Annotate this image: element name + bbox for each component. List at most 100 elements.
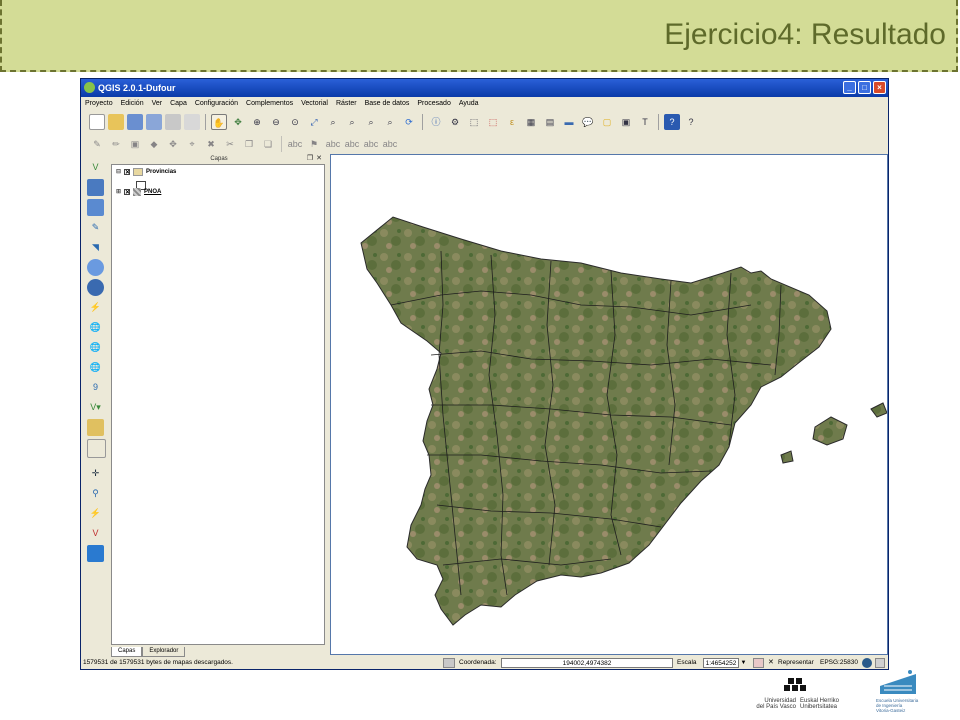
window-titlebar[interactable]: QGIS 2.0.1-Dufour _ □ × bbox=[81, 79, 888, 97]
add-delimited-text-icon[interactable]: 🌐 bbox=[87, 339, 104, 356]
menu-capa[interactable]: Capa bbox=[170, 97, 187, 111]
zoom-in-icon[interactable]: ⊕ bbox=[249, 114, 265, 130]
menu-edicion[interactable]: Edición bbox=[121, 97, 144, 111]
pan-icon[interactable]: ✋ bbox=[211, 114, 227, 130]
menu-base-de-datos[interactable]: Base de datos bbox=[365, 97, 410, 111]
add-postgis-layer-icon[interactable] bbox=[87, 199, 104, 216]
menu-complementos[interactable]: Complementos bbox=[246, 97, 293, 111]
add-feature-icon[interactable]: ◆ bbox=[146, 136, 162, 152]
cut-features-icon[interactable]: ✂ bbox=[222, 136, 238, 152]
crs-button[interactable]: EPSG:25830 bbox=[820, 658, 860, 668]
label-tool-icon[interactable]: abc bbox=[287, 136, 303, 152]
georeferencer-icon[interactable]: ⚲ bbox=[87, 485, 104, 502]
label-move-icon[interactable]: abc bbox=[344, 136, 360, 152]
add-wfs-layer-icon[interactable]: 🌐 bbox=[87, 319, 104, 336]
add-vector-layer-icon[interactable]: V bbox=[87, 159, 104, 176]
layer-item[interactable]: ⊟ ✕ Provincias bbox=[116, 167, 176, 177]
add-gps-layer-icon[interactable]: 9 bbox=[87, 379, 104, 396]
add-wms-layer-icon[interactable] bbox=[87, 279, 104, 296]
add-raster-layer-icon[interactable] bbox=[87, 179, 104, 196]
minimize-button[interactable]: _ bbox=[843, 81, 856, 94]
menu-ver[interactable]: Ver bbox=[152, 97, 163, 111]
copy-features-icon[interactable]: ❐ bbox=[241, 136, 257, 152]
deselect-icon[interactable]: ⬚ bbox=[485, 114, 501, 130]
menu-raster[interactable]: Ráster bbox=[336, 97, 357, 111]
scale-dropdown-icon[interactable]: ▼ bbox=[739, 658, 748, 668]
move-feature-icon[interactable]: ✥ bbox=[165, 136, 181, 152]
render-checkbox[interactable]: ✕ bbox=[768, 658, 777, 668]
menu-procesado[interactable]: Procesado bbox=[417, 97, 450, 111]
new-shapefile-icon[interactable]: V▾ bbox=[87, 399, 104, 416]
save-edits-icon[interactable]: ▣ bbox=[127, 136, 143, 152]
expression-icon[interactable]: ε bbox=[504, 114, 520, 130]
help-icon[interactable]: ? bbox=[664, 114, 680, 130]
menu-ayuda[interactable]: Ayuda bbox=[459, 97, 479, 111]
maximize-button[interactable]: □ bbox=[858, 81, 871, 94]
select-icon[interactable]: ⬚ bbox=[466, 114, 482, 130]
zoom-1-1-icon[interactable]: ⊙ bbox=[287, 114, 303, 130]
menu-proyecto[interactable]: Proyecto bbox=[85, 97, 113, 111]
coordinate-field[interactable]: 194002,4974382 bbox=[501, 658, 673, 668]
add-oracle-layer-icon[interactable] bbox=[87, 259, 104, 276]
expand-icon[interactable]: ⊞ bbox=[116, 187, 121, 197]
save-as-icon[interactable] bbox=[146, 114, 162, 130]
text-annotation-icon[interactable]: T bbox=[637, 114, 653, 130]
zoom-last-icon[interactable]: ⌕ bbox=[363, 114, 379, 130]
identify-icon[interactable]: ⓘ bbox=[428, 114, 444, 130]
refresh-icon[interactable]: ⟳ bbox=[401, 114, 417, 130]
print-composer-icon[interactable] bbox=[165, 114, 181, 130]
delete-selected-icon[interactable]: ✖ bbox=[203, 136, 219, 152]
stop-render-icon[interactable] bbox=[753, 658, 764, 668]
remove-layer-icon[interactable] bbox=[87, 439, 106, 458]
label-pin-icon[interactable]: ⚑ bbox=[306, 136, 322, 152]
toggle-extents-icon[interactable] bbox=[443, 658, 455, 668]
add-virtual-layer-icon[interactable]: 🌐 bbox=[87, 359, 104, 376]
action-icon[interactable]: ⚙ bbox=[447, 114, 463, 130]
zoom-selection-icon[interactable]: ⌕ bbox=[325, 114, 341, 130]
zoom-out-icon[interactable]: ⊖ bbox=[268, 114, 284, 130]
toggle-editing-icon[interactable]: ✏ bbox=[108, 136, 124, 152]
add-spatialite-layer-icon[interactable]: ✎ bbox=[87, 219, 104, 236]
field-calculator-icon[interactable]: ▤ bbox=[542, 114, 558, 130]
crs-globe-icon[interactable] bbox=[862, 658, 872, 668]
messages-icon[interactable] bbox=[875, 658, 885, 668]
whats-this-icon[interactable]: ? bbox=[683, 114, 699, 130]
add-mssql-layer-icon[interactable]: ◥ bbox=[87, 239, 104, 256]
menu-configuracion[interactable]: Configuración bbox=[195, 97, 238, 111]
bookmark-icon[interactable]: ▢ bbox=[599, 114, 615, 130]
measure-icon[interactable]: ▬ bbox=[561, 114, 577, 130]
open-project-icon[interactable] bbox=[108, 114, 124, 130]
map-tips-icon[interactable]: 💬 bbox=[580, 114, 596, 130]
new-bookmark-icon[interactable]: ▣ bbox=[618, 114, 634, 130]
label-change-icon[interactable]: abc bbox=[382, 136, 398, 152]
new-project-icon[interactable] bbox=[89, 114, 105, 130]
paste-features-icon[interactable]: ❏ bbox=[260, 136, 276, 152]
zoom-full-icon[interactable]: ⤢ bbox=[306, 114, 322, 130]
collapse-icon[interactable]: ⊟ bbox=[116, 167, 121, 177]
add-wcs-layer-icon[interactable]: ⚡ bbox=[87, 299, 104, 316]
layer-item[interactable]: ⊞ ✕ PNOA bbox=[116, 187, 161, 197]
pan-to-selection-icon[interactable]: ✥ bbox=[230, 114, 246, 130]
new-spatialite-icon[interactable] bbox=[87, 419, 104, 436]
field-editor-icon[interactable]: V bbox=[87, 525, 104, 542]
island-mallorca bbox=[812, 416, 848, 446]
label-rotate-icon[interactable]: abc bbox=[363, 136, 379, 152]
map-canvas[interactable] bbox=[330, 154, 888, 655]
attribute-table-icon[interactable]: ▦ bbox=[523, 114, 539, 130]
scale-combobox[interactable]: 1:4654252 bbox=[703, 658, 739, 668]
node-tool-icon[interactable]: ⌖ bbox=[184, 136, 200, 152]
composer-manager-icon[interactable] bbox=[184, 114, 200, 130]
current-edits-icon[interactable]: ✎ bbox=[89, 136, 105, 152]
zoom-layer-icon[interactable]: ⌕ bbox=[344, 114, 360, 130]
grass-tools-icon[interactable] bbox=[87, 545, 104, 562]
panel-buttons[interactable]: ❐✕ bbox=[307, 155, 325, 163]
layer-checkbox[interactable]: ✕ bbox=[124, 189, 130, 196]
menu-vectorial[interactable]: Vectorial bbox=[301, 97, 328, 111]
layer-checkbox[interactable]: ✕ bbox=[124, 169, 130, 176]
close-button[interactable]: × bbox=[873, 81, 886, 94]
gps-tools-icon[interactable]: ⚡ bbox=[87, 505, 104, 522]
zoom-next-icon[interactable]: ⌕ bbox=[382, 114, 398, 130]
label-show-icon[interactable]: abc bbox=[325, 136, 341, 152]
save-project-icon[interactable] bbox=[127, 114, 143, 130]
coordinate-capture-icon[interactable]: ✛ bbox=[87, 465, 104, 482]
